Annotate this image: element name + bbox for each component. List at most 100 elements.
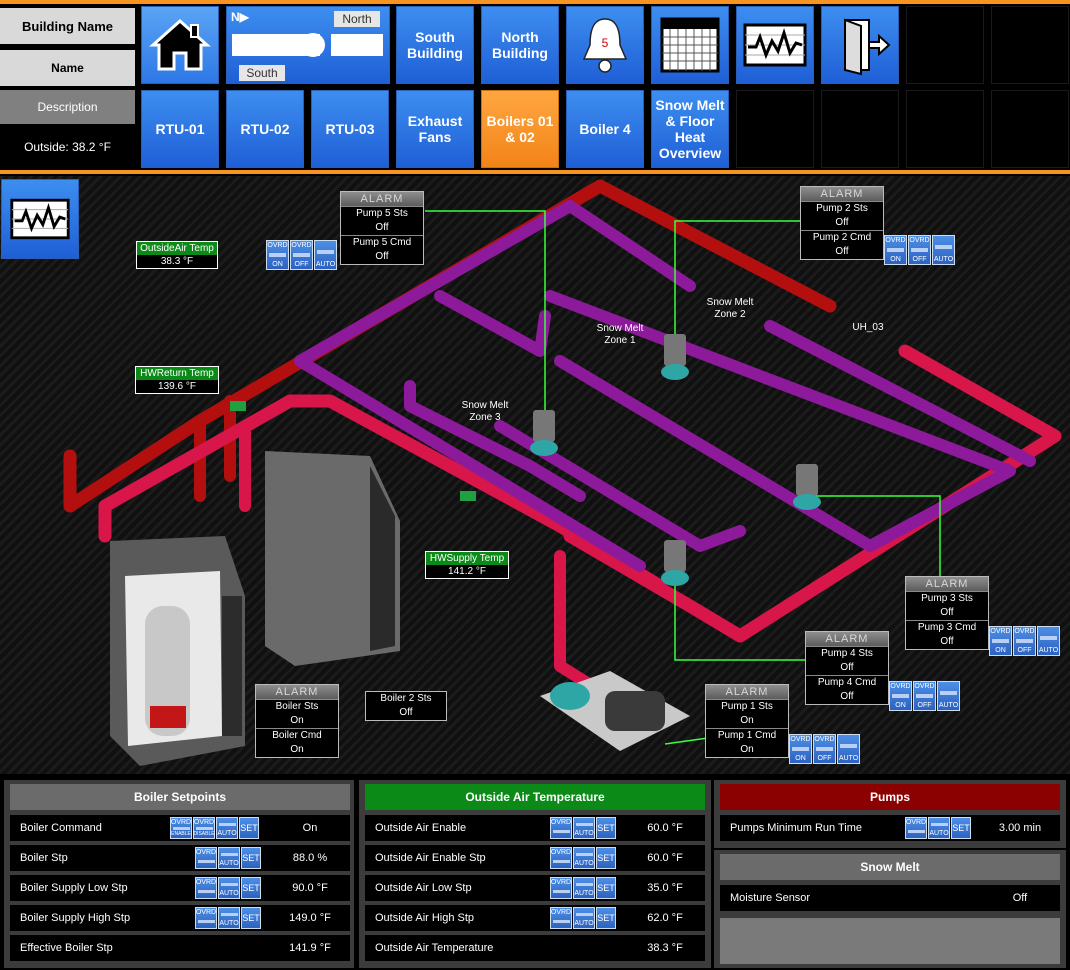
pump-5-override-controls: OVRD ON OVRD OFF AUTO xyxy=(266,240,337,270)
set-button[interactable]: SET xyxy=(241,907,261,929)
row-label: Boiler Supply High Stp xyxy=(20,912,131,924)
pump-4-sts-value: Off xyxy=(840,662,854,673)
setpoint-controls: OVRD AUTO SET xyxy=(195,907,261,929)
alarm-indicator[interactable]: ALARM xyxy=(806,632,888,646)
trends-button[interactable] xyxy=(736,6,814,84)
auto-button[interactable]: AUTO xyxy=(1037,626,1060,656)
row-value[interactable]: 88.0 % xyxy=(270,852,350,864)
override-off-button[interactable]: OVRD OFF xyxy=(913,681,936,711)
override-on-button[interactable]: OVRD ON xyxy=(989,626,1012,656)
auto-button[interactable]: AUTO xyxy=(937,681,960,711)
alarm-indicator[interactable]: ALARM xyxy=(801,187,883,201)
pump-2-sts-value: Off xyxy=(835,217,849,228)
override-button[interactable]: OVRD xyxy=(550,907,572,929)
pump-4-cmd-value[interactable]: Off xyxy=(806,690,888,704)
set-button[interactable]: SET xyxy=(239,817,259,839)
override-on-button[interactable]: OVRD ON xyxy=(789,734,812,764)
auto-button[interactable]: AUTO xyxy=(218,847,240,869)
auto-button[interactable]: AUTO xyxy=(573,877,595,899)
row-value[interactable]: On xyxy=(270,822,350,834)
rtu-03-button[interactable]: RTU-03 xyxy=(311,90,389,168)
snow-melt-overview-button[interactable]: Snow Melt & Floor Heat Overview xyxy=(651,90,729,168)
override-off-button[interactable]: OVRD OFF xyxy=(290,240,313,270)
override-on-button[interactable]: OVRD ON xyxy=(884,235,907,265)
pump-3-override-controls: OVRD ON OVRD OFF AUTO xyxy=(989,626,1060,656)
alarm-indicator[interactable]: ALARM xyxy=(341,192,423,206)
hw-supply-temp-label: HWSupply Temp xyxy=(426,552,508,565)
auto-button[interactable]: AUTO xyxy=(928,817,950,839)
auto-button[interactable]: AUTO xyxy=(218,877,240,899)
override-off-button[interactable]: OVRD OFF xyxy=(1013,626,1036,656)
set-button[interactable]: SET xyxy=(241,877,261,899)
auto-button[interactable]: AUTO xyxy=(932,235,955,265)
site-map-button[interactable]: N▶ North South xyxy=(226,6,390,84)
row-value[interactable]: 90.0 °F xyxy=(270,882,350,894)
row-value[interactable]: 62.0 °F xyxy=(625,912,705,924)
auto-button[interactable]: AUTO xyxy=(837,734,860,764)
override-on-button[interactable]: OVRD ON xyxy=(266,240,289,270)
outside-air-enable-row: Outside Air Enable OVRD AUTO SET 60.0 °F xyxy=(365,815,705,841)
boiler-cmd-value[interactable]: On xyxy=(256,743,338,757)
row-value[interactable]: 149.0 °F xyxy=(270,912,350,924)
rtu-01-button[interactable]: RTU-01 xyxy=(141,90,219,168)
auto-button[interactable]: AUTO xyxy=(218,907,240,929)
override-disable-button[interactable]: OVRD DISABLE xyxy=(193,817,215,839)
outside-temp-readout: Outside: 38.2 °F xyxy=(0,129,135,165)
exhaust-fans-button[interactable]: Exhaust Fans xyxy=(396,90,474,168)
override-on-button[interactable]: OVRD ON xyxy=(889,681,912,711)
override-button[interactable]: OVRD xyxy=(550,877,572,899)
set-button[interactable]: SET xyxy=(596,817,616,839)
setpoint-controls: OVRD AUTO SET xyxy=(905,817,971,839)
auto-button[interactable]: AUTO xyxy=(314,240,337,270)
pump-3-cmd-value[interactable]: Off xyxy=(906,635,988,649)
auto-button[interactable]: AUTO xyxy=(573,817,595,839)
row-label: Outside Air Enable Stp xyxy=(375,852,486,864)
boilers-01-02-button[interactable]: Boilers 01 & 02 xyxy=(481,90,559,168)
override-off-button[interactable]: OVRD OFF xyxy=(908,235,931,265)
set-button[interactable]: SET xyxy=(596,847,616,869)
row-value[interactable]: 3.00 min xyxy=(980,822,1060,834)
pump-4-override-controls: OVRD ON OVRD OFF AUTO xyxy=(889,681,960,711)
pump-2-cmd-value[interactable]: Off xyxy=(801,245,883,259)
auto-button[interactable]: AUTO xyxy=(573,847,595,869)
pump-1-cmd-value[interactable]: On xyxy=(706,743,788,757)
boiler-setpoints-title: Boiler Setpoints xyxy=(10,784,350,810)
alarm-indicator[interactable]: ALARM xyxy=(706,685,788,699)
boiler-command-row: Boiler Command OVRD ENABLE OVRD DISABLE AU… xyxy=(10,815,350,841)
exit-door-icon xyxy=(844,18,891,76)
alarm-indicator[interactable]: ALARM xyxy=(906,577,988,591)
override-off-button[interactable]: OVRD OFF xyxy=(813,734,836,764)
empty-tile xyxy=(906,90,984,168)
override-button[interactable]: OVRD xyxy=(195,847,217,869)
override-button[interactable]: OVRD xyxy=(550,817,572,839)
override-button[interactable]: OVRD xyxy=(195,877,217,899)
set-button[interactable]: SET xyxy=(951,817,971,839)
diagram-trend-button[interactable] xyxy=(1,179,79,259)
description-label: Description xyxy=(0,90,135,124)
row-value[interactable]: 60.0 °F xyxy=(625,852,705,864)
logout-button[interactable] xyxy=(821,6,899,84)
home-button[interactable] xyxy=(141,6,219,84)
rtu-02-button[interactable]: RTU-02 xyxy=(226,90,304,168)
boiler-4-button[interactable]: Boiler 4 xyxy=(566,90,644,168)
row-value[interactable]: 60.0 °F xyxy=(625,822,705,834)
override-button[interactable]: OVRD xyxy=(550,847,572,869)
override-button[interactable]: OVRD xyxy=(195,907,217,929)
row-value[interactable]: 35.0 °F xyxy=(625,882,705,894)
override-button[interactable]: OVRD xyxy=(905,817,927,839)
set-button[interactable]: SET xyxy=(241,847,261,869)
set-button[interactable]: SET xyxy=(596,907,616,929)
north-building-button[interactable]: North Building xyxy=(481,6,559,84)
alarm-indicator[interactable]: ALARM xyxy=(256,685,338,699)
auto-button[interactable]: AUTO xyxy=(573,907,595,929)
set-button[interactable]: SET xyxy=(596,877,616,899)
outside-air-high-stp-row: Outside Air High Stp OVRD AUTO SET 62.0 … xyxy=(365,905,705,931)
override-enable-button[interactable]: OVRD ENABLE xyxy=(170,817,192,839)
pump-5-sts-value: Off xyxy=(375,222,389,233)
site-map-icon xyxy=(232,33,383,57)
pump-5-cmd-value[interactable]: Off xyxy=(341,250,423,264)
south-building-button[interactable]: South Building xyxy=(396,6,474,84)
schedule-button[interactable] xyxy=(651,6,729,84)
empty-tile xyxy=(821,90,899,168)
auto-button[interactable]: AUTO xyxy=(216,817,238,839)
